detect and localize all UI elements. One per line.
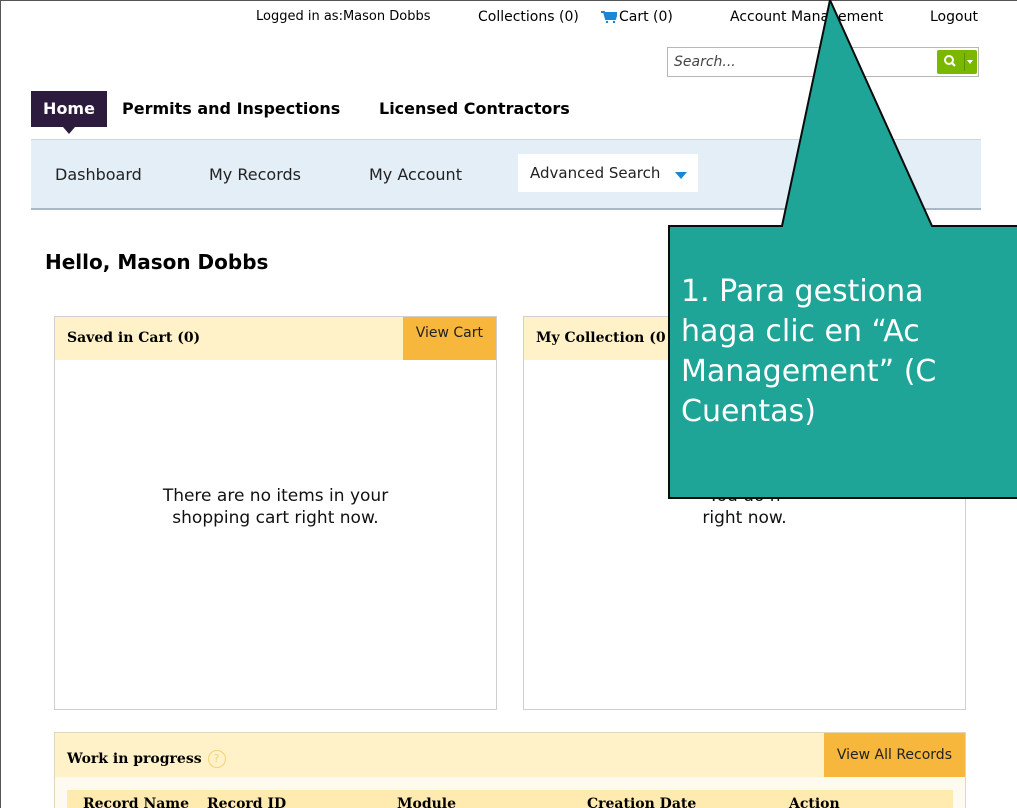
- caret-down-icon: [675, 172, 687, 179]
- collection-empty-line: You do n: [708, 486, 781, 506]
- collections-link[interactable]: Collections (0): [478, 9, 579, 25]
- cart-panel-title: Saved in Cart (0): [67, 330, 201, 346]
- subnav-my-account[interactable]: My Account: [369, 165, 462, 184]
- collection-panel: My Collection (0 You do n right now.: [523, 316, 966, 710]
- utility-bar: Logged in as:Mason Dobbs Collections (0)…: [0, 9, 985, 29]
- collection-empty-message: You do n right now.: [524, 485, 965, 529]
- collection-panel-header: My Collection (0: [524, 317, 965, 360]
- logout-link[interactable]: Logout: [930, 9, 978, 25]
- cart-icon: [601, 11, 617, 23]
- view-all-records-button[interactable]: View All Records: [823, 733, 965, 777]
- cart-link[interactable]: Cart (0): [601, 9, 673, 25]
- search-input[interactable]: [674, 52, 914, 72]
- search-button[interactable]: [937, 50, 977, 74]
- tab-permits-and-inspections[interactable]: Permits and Inspections: [122, 91, 340, 127]
- column-header[interactable]: Creation Date: [587, 796, 696, 808]
- cart-empty-message: There are no items in your shopping cart…: [55, 485, 496, 529]
- tab-home[interactable]: Home: [31, 91, 107, 134]
- search-box: [667, 47, 979, 77]
- wip-panel-title: Work in progress?: [67, 750, 226, 768]
- cart-empty-line: There are no items in your: [162, 486, 389, 506]
- active-tab-pointer: [63, 127, 75, 134]
- advanced-search-label: Advanced Search: [530, 164, 661, 182]
- account-management-link[interactable]: Account Management: [730, 9, 883, 25]
- sub-nav: Dashboard My Records My Account Advanced…: [31, 139, 981, 210]
- tab-home-label: Home: [43, 99, 95, 118]
- logged-in-label: Logged in as:Mason Dobbs: [256, 9, 431, 24]
- magnifier-icon: [944, 55, 956, 67]
- collection-empty-line: right now.: [702, 508, 787, 528]
- column-header[interactable]: Module: [397, 796, 456, 808]
- column-header[interactable]: Record ID: [207, 796, 286, 808]
- cart-link-label: Cart (0): [619, 9, 673, 25]
- subnav-dashboard[interactable]: Dashboard: [55, 165, 142, 184]
- advanced-search-dropdown[interactable]: Advanced Search: [518, 154, 698, 192]
- wip-panel-title-text: Work in progress: [67, 751, 202, 767]
- work-in-progress-panel: Work in progress? View All Records Recor…: [54, 732, 966, 808]
- cart-empty-line: shopping cart right now.: [172, 508, 379, 528]
- cart-panel: Saved in Cart (0) View Cart There are no…: [54, 316, 497, 710]
- chevron-down-icon[interactable]: [967, 60, 973, 64]
- subnav-my-records[interactable]: My Records: [209, 165, 301, 184]
- column-header: Action: [789, 796, 840, 808]
- records-table-header: Record Name Record ID Module Creation Da…: [67, 790, 953, 808]
- cart-panel-header: Saved in Cart (0) View Cart: [55, 317, 496, 360]
- search-button-divider: [964, 53, 965, 71]
- page-greeting: Hello, Mason Dobbs: [45, 250, 269, 274]
- wip-panel-header: Work in progress? View All Records: [55, 733, 965, 777]
- tab-licensed-contractors[interactable]: Licensed Contractors: [379, 91, 570, 127]
- column-header[interactable]: Record Name: [83, 796, 189, 808]
- help-icon[interactable]: ?: [207, 750, 226, 768]
- collection-panel-title: My Collection (0: [536, 330, 666, 346]
- view-cart-button[interactable]: View Cart: [402, 317, 496, 360]
